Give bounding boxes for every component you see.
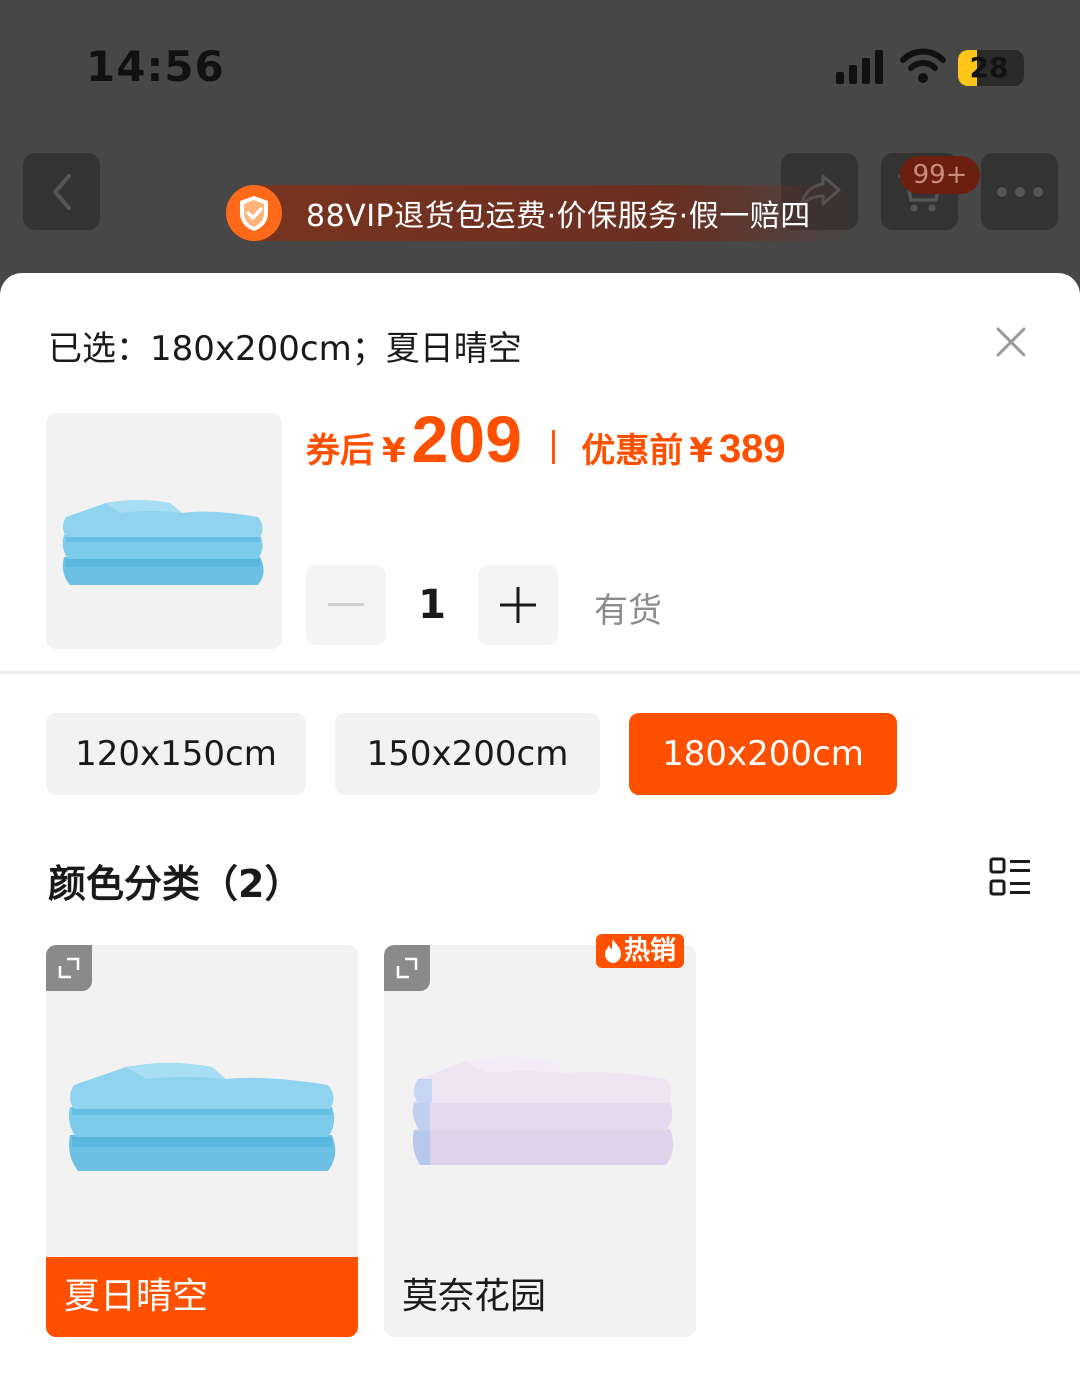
blanket-image xyxy=(62,500,264,585)
color-option-card[interactable]: 莫奈花园 xyxy=(384,945,696,1337)
expand-icon xyxy=(396,957,418,979)
signal-icon xyxy=(836,50,883,84)
back-button[interactable] xyxy=(23,153,100,230)
expand-icon xyxy=(58,957,80,979)
original-price-label: 优惠前 xyxy=(581,431,684,471)
original-price-value: 389 xyxy=(718,427,786,471)
size-option-180x200[interactable]: 180x200cm xyxy=(629,713,897,795)
stock-status: 有货 xyxy=(594,591,662,631)
selected-sku-text: 已选：180x200cm；夏日晴空 xyxy=(48,329,522,369)
quantity-increase-button[interactable] xyxy=(478,565,558,645)
shield-check-icon xyxy=(226,185,282,241)
status-time: 14:56 xyxy=(86,42,225,91)
color-option-card[interactable]: 夏日晴空 xyxy=(46,945,358,1337)
battery-level: 28 xyxy=(969,51,1009,84)
color-option-label: 夏日晴空 xyxy=(46,1257,358,1337)
quantity-decrease-button[interactable] xyxy=(306,565,386,645)
battery-icon: 28 xyxy=(958,50,1024,86)
flame-icon xyxy=(605,939,621,963)
wifi-icon xyxy=(900,48,946,83)
plus-icon xyxy=(500,587,536,623)
hot-sale-badge: 热销 xyxy=(596,934,685,968)
size-option-150x200[interactable]: 150x200cm xyxy=(335,713,600,795)
expand-image-button[interactable] xyxy=(46,945,92,991)
close-icon[interactable] xyxy=(990,321,1032,363)
price-row: 券后 ¥ 209 | 优惠前 ¥ 389 xyxy=(306,401,786,477)
hot-sale-text: 热销 xyxy=(624,936,677,966)
blanket-image xyxy=(412,1057,674,1165)
coupon-price-value: 209 xyxy=(411,402,522,476)
cart-count-badge: 99+ xyxy=(900,156,980,194)
more-button[interactable] xyxy=(981,153,1058,230)
vip-service-banner[interactable]: 88VIP退货包运费·价保服务·假一赔四 xyxy=(226,185,856,241)
back-icon xyxy=(52,173,71,210)
product-thumbnail[interactable] xyxy=(46,413,282,649)
vip-banner-text: 88VIP退货包运费·价保服务·假一赔四 xyxy=(306,199,811,234)
currency-symbol: ¥ xyxy=(382,431,406,471)
size-option-120x150[interactable]: 120x150cm xyxy=(46,713,306,795)
section-divider xyxy=(0,671,1080,674)
original-currency-symbol: ¥ xyxy=(689,431,713,471)
sku-selector-sheet: 已选：180x200cm；夏日晴空 券后 ¥ 209 | 优惠前 ¥ 389 1 xyxy=(0,273,1080,1373)
status-bar: 14:56 28 xyxy=(0,0,1080,130)
list-view-icon[interactable] xyxy=(988,855,1032,899)
minus-icon xyxy=(328,603,364,606)
quantity-value[interactable]: 1 xyxy=(400,565,464,645)
price-separator: | xyxy=(547,425,560,465)
color-section-title: 颜色分类（2） xyxy=(48,862,303,906)
blanket-image xyxy=(68,1063,336,1171)
coupon-price-label: 券后 xyxy=(306,431,374,471)
expand-image-button[interactable] xyxy=(384,945,430,991)
more-icon xyxy=(996,186,1043,197)
color-option-label: 莫奈花园 xyxy=(384,1257,696,1337)
